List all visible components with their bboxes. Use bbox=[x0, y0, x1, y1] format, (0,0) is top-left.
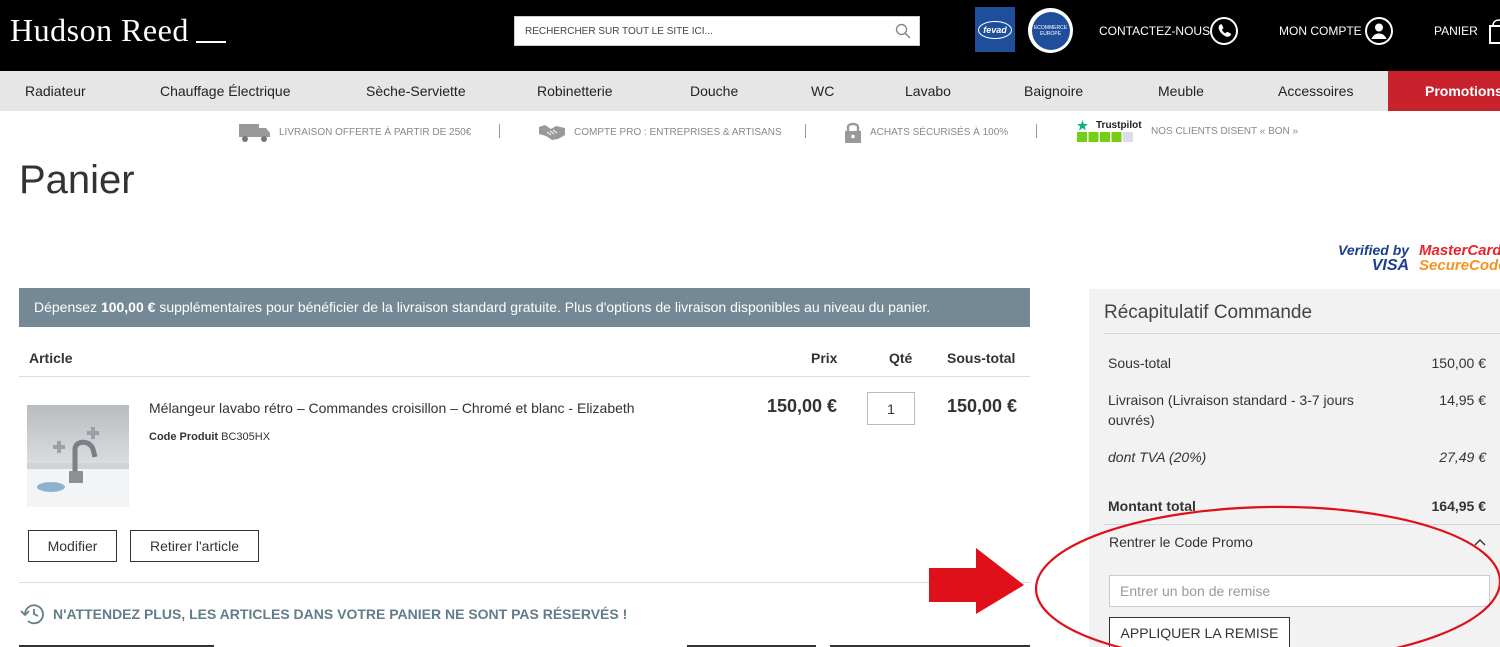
logo-underline bbox=[196, 41, 226, 43]
total-label: Montant total bbox=[1108, 498, 1196, 514]
trustpilot-star-icon bbox=[1077, 119, 1088, 130]
product-code-value: BC305HX bbox=[221, 431, 271, 443]
mc-line-2: SecureCode. bbox=[1419, 257, 1500, 274]
apply-discount-button[interactable]: APPLIQUER LA REMISE bbox=[1109, 617, 1290, 647]
product-code: Code Produit BC305HX bbox=[149, 431, 270, 443]
banner-amount: 100,00 € bbox=[100, 299, 156, 315]
contact-link[interactable]: CONTACTEZ-NOUS bbox=[1099, 24, 1210, 38]
divider bbox=[1104, 524, 1500, 525]
main-nav: Radiateur Chauffage Électrique Sèche-Ser… bbox=[0, 71, 1500, 111]
search-input[interactable] bbox=[515, 17, 885, 45]
usp-pro: COMPTE PRO : ENTREPRISES & ARTISANS bbox=[538, 118, 782, 146]
usp-divider bbox=[499, 124, 500, 138]
col-article: Article bbox=[29, 350, 73, 366]
usp-secure: ACHATS SÉCURISÉS À 100% bbox=[844, 118, 1008, 146]
nav-item-seche-serviette[interactable]: Sèche-Serviette bbox=[366, 71, 466, 111]
nav-item-lavabo[interactable]: Lavabo bbox=[905, 71, 951, 111]
phone-icon[interactable] bbox=[1209, 16, 1239, 46]
usp-secure-text: ACHATS SÉCURISÉS À 100% bbox=[870, 126, 1009, 138]
rating-stars-icon bbox=[1077, 131, 1133, 142]
page-title: Panier bbox=[19, 158, 135, 202]
ecommerce-europe-logo: ECOMMERCE EUROPE bbox=[1028, 8, 1073, 53]
nav-item-chauffage-electrique[interactable]: Chauffage Électrique bbox=[160, 71, 291, 111]
promo-code-input[interactable] bbox=[1109, 575, 1490, 607]
fevad-logo: fevad bbox=[975, 7, 1015, 52]
visa-line-2: VISA bbox=[1371, 257, 1410, 274]
summary-title: Récapitulatif Commande bbox=[1104, 302, 1313, 323]
item-price: 150,00 € bbox=[767, 396, 838, 416]
divider bbox=[1104, 333, 1500, 334]
handshake-icon bbox=[539, 125, 565, 140]
mastercard-securecode-logo: MasterCard. SecureCode. bbox=[1419, 243, 1500, 273]
product-code-label: Code Produit bbox=[149, 431, 219, 443]
divider bbox=[19, 582, 1030, 583]
item-subtotal: 150,00 € bbox=[947, 396, 1018, 416]
account-link[interactable]: MON COMPTE bbox=[1279, 24, 1362, 38]
trustpilot-badge: Trustpilot bbox=[1077, 119, 1143, 143]
vat-label: dont TVA (20%) bbox=[1108, 449, 1207, 465]
cart-link[interactable]: PANIER bbox=[1434, 24, 1478, 38]
usp-reviews-text: NOS CLIENTS DISENT « BON » bbox=[1151, 125, 1299, 137]
remove-item-button[interactable]: Retirer l'article bbox=[130, 530, 259, 562]
nav-item-wc[interactable]: WC bbox=[811, 71, 834, 111]
usp-delivery: LIVRAISON OFFERTE À PARTIR DE 250€ bbox=[239, 118, 471, 146]
tap-illustration bbox=[27, 427, 129, 507]
product-name-link[interactable]: Mélangeur lavabo rétro – Commandes crois… bbox=[149, 400, 635, 416]
history-clock-icon bbox=[20, 604, 44, 625]
truck-icon bbox=[239, 124, 270, 142]
notice-text: N'ATTENDEZ PLUS, LES ARTICLES DANS VOTRE… bbox=[53, 606, 628, 622]
divider bbox=[19, 376, 1030, 377]
nav-item-meuble[interactable]: Meuble bbox=[1158, 71, 1204, 111]
cart-bag-icon[interactable] bbox=[1487, 16, 1500, 46]
edit-item-button[interactable]: Modifier bbox=[28, 530, 117, 562]
search-box bbox=[514, 16, 920, 46]
search-icon[interactable] bbox=[895, 23, 911, 39]
trustpilot-brand: Trustpilot bbox=[1096, 119, 1142, 131]
shipping-value: 14,95 € bbox=[1439, 392, 1486, 408]
visa-line-1: Verified by bbox=[1338, 242, 1410, 258]
usp-delivery-text: LIVRAISON OFFERTE À PARTIR DE 250€ bbox=[279, 126, 472, 138]
subtotal-label: Sous-total bbox=[1108, 355, 1172, 371]
shipping-label: Livraison (Livraison standard - 3-7 jour… bbox=[1108, 392, 1354, 428]
product-image[interactable] bbox=[27, 405, 129, 507]
nav-item-robinetterie[interactable]: Robinetterie bbox=[537, 71, 613, 111]
free-shipping-banner: Dépensez 100,00 € supplémentaires pour b… bbox=[19, 288, 1030, 327]
promo-code-toggle[interactable]: Rentrer le Code Promo bbox=[1109, 534, 1253, 550]
order-summary: Récapitulatif Commande Sous-total 150,00… bbox=[1089, 289, 1500, 647]
usp-trustpilot: Trustpilot NOS CLIENTS DISENT « BON » bbox=[1077, 117, 1298, 145]
fevad-label: fevad bbox=[978, 20, 1012, 39]
nav-item-radiateur[interactable]: Radiateur bbox=[25, 71, 86, 111]
ecommerce-europe-label: ECOMMERCE EUROPE bbox=[1031, 11, 1070, 50]
col-subtotal: Sous-total bbox=[947, 350, 1016, 366]
banner-pre: Dépensez bbox=[34, 299, 101, 315]
col-qty: Qté bbox=[889, 350, 913, 366]
nav-item-douche[interactable]: Douche bbox=[690, 71, 738, 111]
usp-pro-text: COMPTE PRO : ENTREPRISES & ARTISANS bbox=[574, 126, 782, 138]
cart-not-reserved-notice: N'ATTENDEZ PLUS, LES ARTICLES DANS VOTRE… bbox=[19, 601, 627, 627]
nav-item-promotions[interactable]: Promotions bbox=[1388, 71, 1500, 111]
subtotal-value: 150,00 € bbox=[1431, 355, 1487, 371]
lock-icon bbox=[845, 122, 861, 143]
nav-item-accessoires[interactable]: Accessoires bbox=[1278, 71, 1353, 111]
total-value: 164,95 € bbox=[1431, 498, 1487, 514]
vat-value: 27,49 € bbox=[1439, 449, 1486, 465]
nav-item-baignoire[interactable]: Baignoire bbox=[1024, 71, 1083, 111]
usp-divider bbox=[805, 124, 806, 138]
site-logo[interactable]: Hudson Reed bbox=[10, 12, 189, 49]
chevron-up-icon[interactable] bbox=[1474, 538, 1486, 546]
red-arrow-annotation bbox=[929, 548, 1024, 614]
mc-line-1: MasterCard. bbox=[1419, 242, 1500, 259]
user-icon[interactable] bbox=[1364, 16, 1394, 46]
col-price: Prix bbox=[811, 350, 838, 366]
usp-divider bbox=[1036, 124, 1037, 138]
site-header: Hudson Reed fevad ECOMMERCE EUROPE CONTA… bbox=[0, 0, 1500, 71]
banner-post: supplémentaires pour bénéficier de la li… bbox=[155, 299, 931, 315]
verified-by-visa-logo: Verified by VISA bbox=[1338, 242, 1410, 274]
quantity-input[interactable] bbox=[867, 392, 915, 425]
